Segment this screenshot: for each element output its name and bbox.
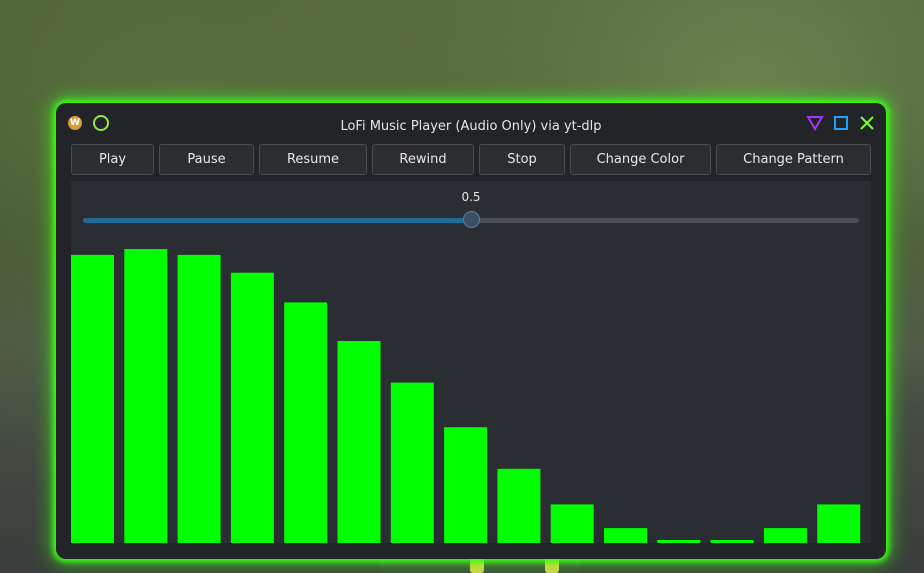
volume-value: 0.5 (461, 190, 481, 204)
volume-slider[interactable] (83, 211, 859, 228)
visualizer-bar (71, 254, 114, 543)
toolbar: Play Pause Resume Rewind Stop Change Col… (71, 144, 871, 177)
resume-button[interactable]: Resume (259, 144, 367, 175)
rewind-button[interactable]: Rewind (372, 144, 474, 175)
minimize-icon[interactable] (806, 114, 824, 132)
visualizer-bar (390, 382, 434, 543)
change-pattern-button[interactable]: Change Pattern (716, 144, 871, 175)
visualizer-bar (550, 504, 594, 543)
visualizer-bar (337, 341, 381, 543)
pause-button[interactable]: Pause (159, 144, 254, 175)
close-icon[interactable] (858, 114, 876, 132)
change-color-button[interactable]: Change Color (570, 144, 711, 175)
audio-visualizer (71, 243, 871, 543)
visualizer-bar (817, 504, 861, 543)
volume-slider-fill (83, 218, 471, 223)
play-button[interactable]: Play (71, 144, 154, 175)
visualizer-bar (177, 254, 221, 543)
visualizer-bar (604, 528, 647, 543)
visualizer-canvas (71, 249, 861, 543)
visualizer-bar (284, 302, 328, 543)
stop-button[interactable]: Stop (479, 144, 565, 175)
player-window: W LoFi Music Player (Audio Only) via yt-… (56, 103, 886, 559)
visualizer-bar (444, 427, 488, 543)
content-area: 0.5 (71, 181, 871, 543)
maximize-icon[interactable] (832, 114, 850, 132)
titlebar[interactable]: W LoFi Music Player (Audio Only) via yt-… (56, 103, 886, 143)
visualizer-bar (230, 272, 274, 543)
visualizer-bar (497, 468, 541, 543)
visualizer-bar (657, 540, 701, 543)
visualizer-bar (124, 249, 168, 543)
visualizer-bar (710, 540, 754, 543)
volume-slider-handle[interactable] (463, 211, 480, 228)
window-title: LoFi Music Player (Audio Only) via yt-dl… (340, 119, 602, 134)
visualizer-bar (763, 528, 807, 543)
